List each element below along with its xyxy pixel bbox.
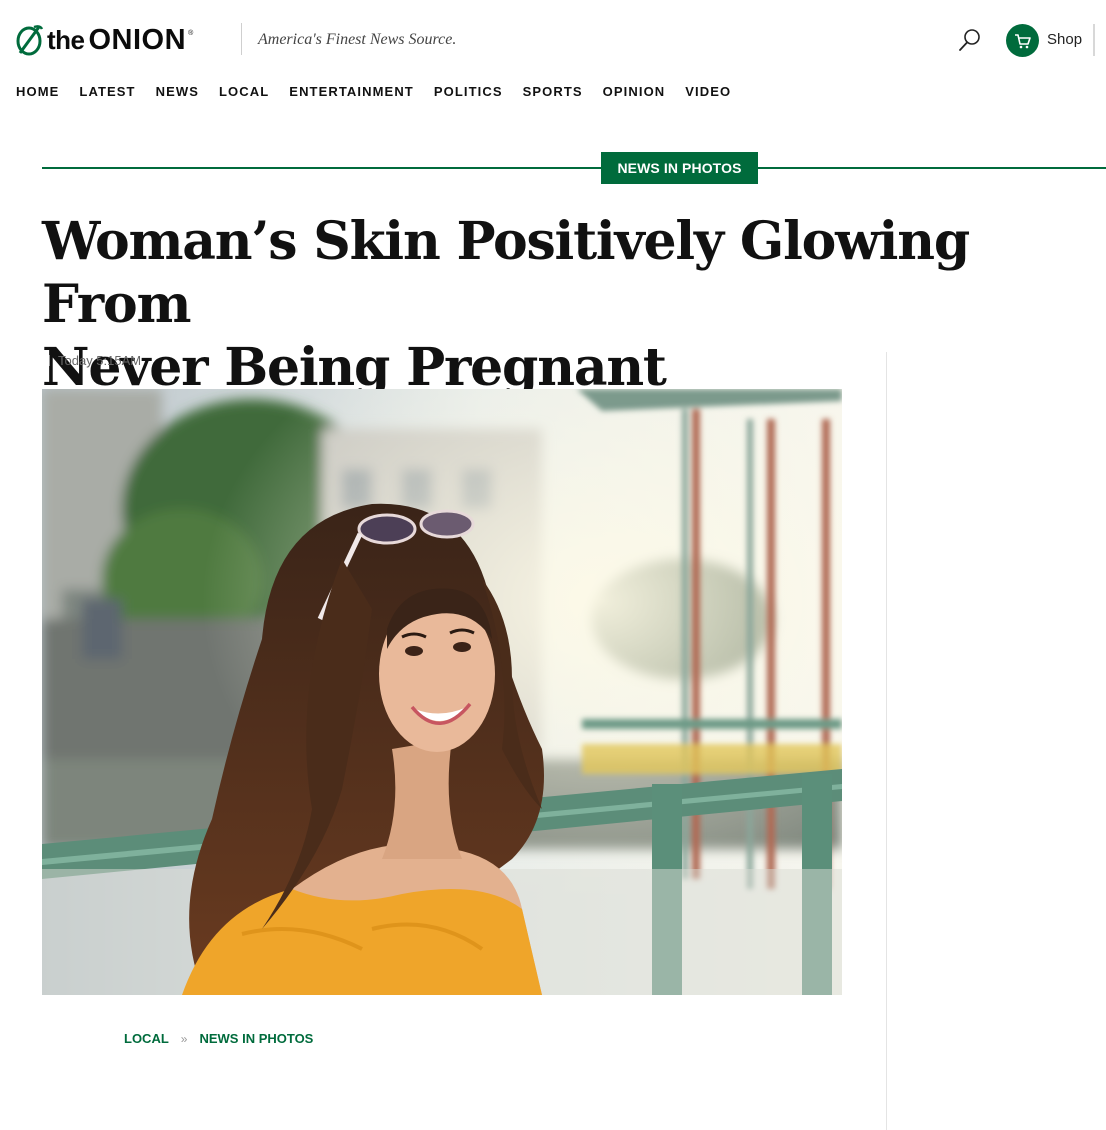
header-right-edge [1093,24,1095,56]
header-divider [241,23,242,55]
nav-item-sports[interactable]: SPORTS [523,84,583,99]
logo-wordmark: the ONION ® [47,23,194,56]
nav-item-video[interactable]: VIDEO [685,84,731,99]
breadcrumb-local[interactable]: LOCAL [124,1031,169,1046]
hero-image [42,389,842,995]
byline: Today 5:15AM [49,353,141,368]
main-nav: HOME LATEST NEWS LOCAL ENTERTAINMENT POL… [16,84,751,99]
breadcrumb-news-in-photos[interactable]: NEWS IN PHOTOS [199,1031,313,1046]
shopping-cart-icon [1014,33,1031,48]
article-headline: Woman’s Skin Positively Glowing From Nev… [42,210,1104,399]
hero-photo [42,389,842,995]
search-button[interactable] [956,26,984,54]
nav-item-entertainment[interactable]: ENTERTAINMENT [289,84,414,99]
section-tag[interactable]: NEWS IN PHOTOS [601,152,758,184]
byline-divider [49,355,50,366]
shop-link[interactable]: Shop [1047,31,1082,48]
tagline: America's Finest News Source. [258,31,457,48]
sidebar-rule [886,352,887,1130]
section-rule [42,167,1106,169]
onion-logo[interactable]: the ONION ® [14,20,193,60]
nav-item-politics[interactable]: POLITICS [434,84,503,99]
nav-item-news[interactable]: NEWS [156,84,199,99]
nav-item-local[interactable]: LOCAL [219,84,269,99]
logo-the: the [47,24,85,55]
breadcrumb-separator-icon: » [180,1031,188,1046]
headline-line-1: Woman’s Skin Positively Glowing From [42,211,970,335]
nav-item-home[interactable]: HOME [16,84,59,99]
nav-item-opinion[interactable]: OPINION [603,84,666,99]
logo-registered-mark: ® [188,29,194,37]
search-icon [959,29,980,51]
breadcrumb: LOCAL » NEWS IN PHOTOS [124,1031,313,1046]
shop-button[interactable] [1006,24,1039,57]
article-timestamp: Today 5:15AM [58,353,142,368]
nav-item-latest[interactable]: LATEST [79,84,135,99]
logo-onion: ONION [88,23,187,56]
onion-leaf-icon [16,25,44,56]
